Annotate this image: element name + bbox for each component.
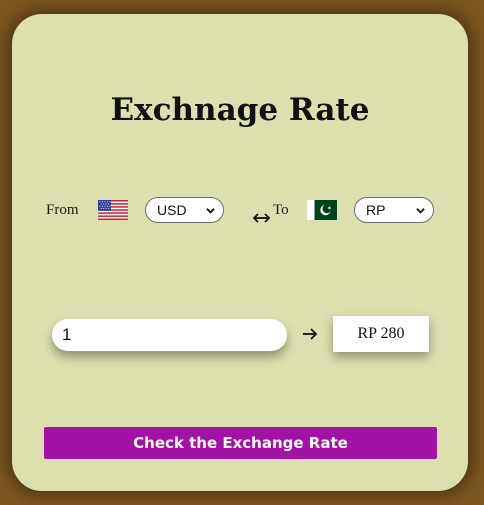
chevron-down-icon bbox=[206, 208, 215, 214]
arrow-right-icon bbox=[303, 328, 318, 340]
swap-arrows-icon bbox=[252, 213, 271, 223]
exchange-card: Exchnage Rate From USD To RP 1 RP 280 Ch… bbox=[12, 14, 468, 491]
check-exchange-rate-button[interactable]: Check the Exchange Rate bbox=[44, 427, 437, 459]
page-title: Exchnage Rate bbox=[110, 92, 370, 128]
from-currency-value: USD bbox=[157, 202, 187, 218]
amount-input[interactable]: 1 bbox=[52, 319, 287, 351]
to-currency-select[interactable]: RP bbox=[354, 197, 434, 223]
chevron-down-icon bbox=[416, 208, 425, 214]
us-flag-icon bbox=[98, 200, 128, 220]
to-label: To bbox=[273, 202, 289, 218]
from-currency-select[interactable]: USD bbox=[145, 197, 224, 223]
from-label: From bbox=[46, 202, 79, 218]
pakistan-flag-icon bbox=[307, 200, 337, 220]
result-display: RP 280 bbox=[333, 316, 429, 352]
to-currency-value: RP bbox=[366, 202, 386, 218]
